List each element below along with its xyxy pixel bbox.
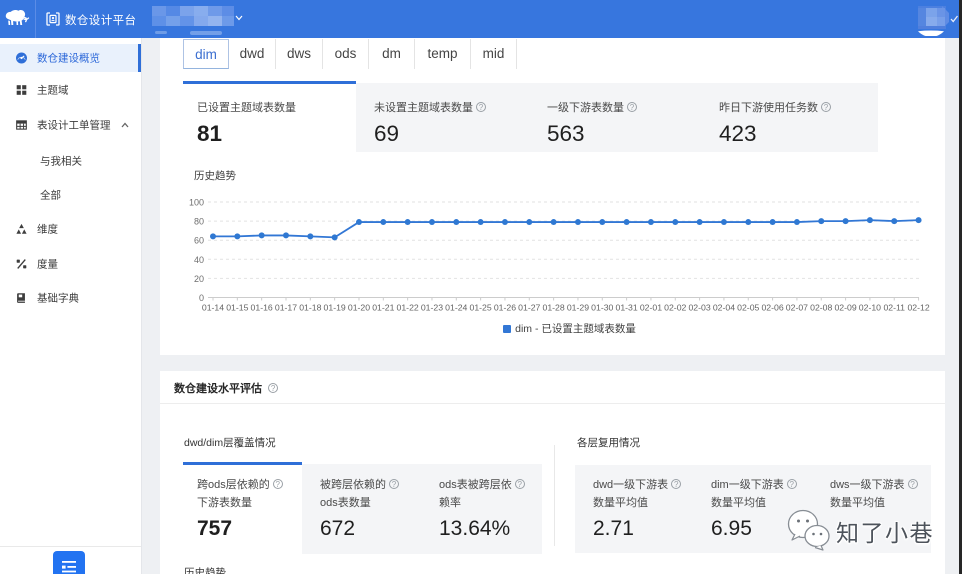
svg-text:02-05: 02-05	[737, 303, 759, 313]
svg-text:01-16: 01-16	[251, 303, 273, 313]
svg-text:100: 100	[189, 198, 204, 208]
svg-text:01-28: 01-28	[543, 303, 565, 313]
svg-text:02-01: 02-01	[640, 303, 662, 313]
svg-text:02-12: 02-12	[907, 303, 929, 313]
svg-text:02-02: 02-02	[664, 303, 686, 313]
svg-text:02-08: 02-08	[810, 303, 832, 313]
svg-text:20: 20	[194, 274, 204, 284]
svg-text:01-24: 01-24	[445, 303, 467, 313]
svg-text:40: 40	[194, 255, 204, 265]
svg-text:01-19: 01-19	[324, 303, 346, 313]
svg-text:01-30: 01-30	[591, 303, 613, 313]
svg-text:01-31: 01-31	[615, 303, 637, 313]
svg-text:01-29: 01-29	[567, 303, 589, 313]
svg-text:01-18: 01-18	[299, 303, 321, 313]
svg-text:02-11: 02-11	[883, 303, 905, 313]
svg-text:01-22: 01-22	[397, 303, 419, 313]
svg-text:02-04: 02-04	[713, 303, 735, 313]
svg-text:01-14: 01-14	[202, 303, 224, 313]
svg-text:01-27: 01-27	[518, 303, 540, 313]
svg-text:01-15: 01-15	[226, 303, 248, 313]
svg-text:01-17: 01-17	[275, 303, 297, 313]
svg-text:01-25: 01-25	[470, 303, 492, 313]
svg-text:02-07: 02-07	[786, 303, 808, 313]
svg-text:60: 60	[194, 236, 204, 246]
svg-text:01-21: 01-21	[372, 303, 394, 313]
svg-text:01-20: 01-20	[348, 303, 370, 313]
svg-text:0: 0	[199, 293, 204, 303]
svg-text:02-06: 02-06	[761, 303, 783, 313]
svg-text:01-26: 01-26	[494, 303, 516, 313]
svg-text:80: 80	[194, 217, 204, 227]
svg-text:02-03: 02-03	[688, 303, 710, 313]
svg-text:01-23: 01-23	[421, 303, 443, 313]
svg-text:02-10: 02-10	[859, 303, 881, 313]
svg-text:02-09: 02-09	[834, 303, 856, 313]
